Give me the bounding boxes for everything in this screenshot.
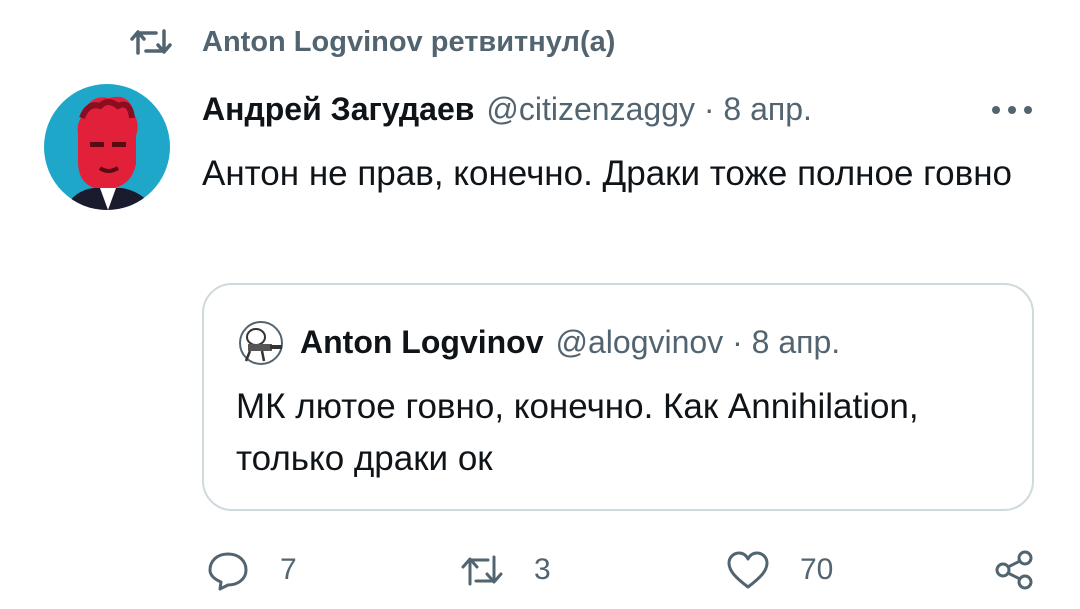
quoted-tweet-header: Anton Logvinov @alogvinov · 8 апр. bbox=[300, 319, 840, 365]
share-button[interactable] bbox=[992, 548, 1036, 592]
retweet-count: 3 bbox=[534, 553, 551, 586]
retweet-icon bbox=[130, 29, 172, 55]
quoted-tweet-text: МК лютое говно, конечно. Как Annihilatio… bbox=[236, 387, 919, 478]
author-avatar[interactable] bbox=[44, 84, 170, 210]
quoted-author-avatar[interactable] bbox=[234, 321, 288, 365]
share-icon bbox=[995, 550, 1033, 590]
retweet-button[interactable]: 3 bbox=[460, 548, 551, 592]
author-name[interactable]: Андрей Загудаев bbox=[202, 91, 474, 128]
quoted-author-handle-date: @alogvinov · 8 апр. bbox=[555, 323, 841, 360]
retweet-icon bbox=[461, 555, 503, 586]
retweet-banner[interactable]: Anton Logvinov ретвитнул(а) bbox=[130, 22, 615, 62]
quoted-tweet[interactable]: Anton Logvinov @alogvinov · 8 апр. МК лю… bbox=[202, 283, 1034, 511]
like-button[interactable]: 70 bbox=[726, 548, 833, 592]
avatar-image bbox=[44, 84, 170, 210]
author-handle-date[interactable]: @citizenzaggy · 8 апр. bbox=[486, 91, 812, 128]
reply-count: 7 bbox=[280, 553, 297, 586]
tweet-actions: 7 3 70 bbox=[0, 540, 1080, 600]
reply-icon bbox=[208, 552, 248, 591]
tweet-header: Андрей Загудаев @citizenzaggy · 8 апр. bbox=[202, 86, 812, 132]
tweet-text: Антон не прав, конечно. Драки тоже полно… bbox=[202, 154, 1012, 193]
retweet-banner-text[interactable]: Anton Logvinov ретвитнул(а) bbox=[202, 26, 615, 59]
like-count: 70 bbox=[800, 553, 834, 586]
heart-icon bbox=[727, 551, 769, 589]
quoted-author-name: Anton Logvinov bbox=[300, 323, 544, 360]
more-dots-icon[interactable] bbox=[990, 104, 1034, 116]
reply-button[interactable]: 7 bbox=[206, 548, 297, 592]
